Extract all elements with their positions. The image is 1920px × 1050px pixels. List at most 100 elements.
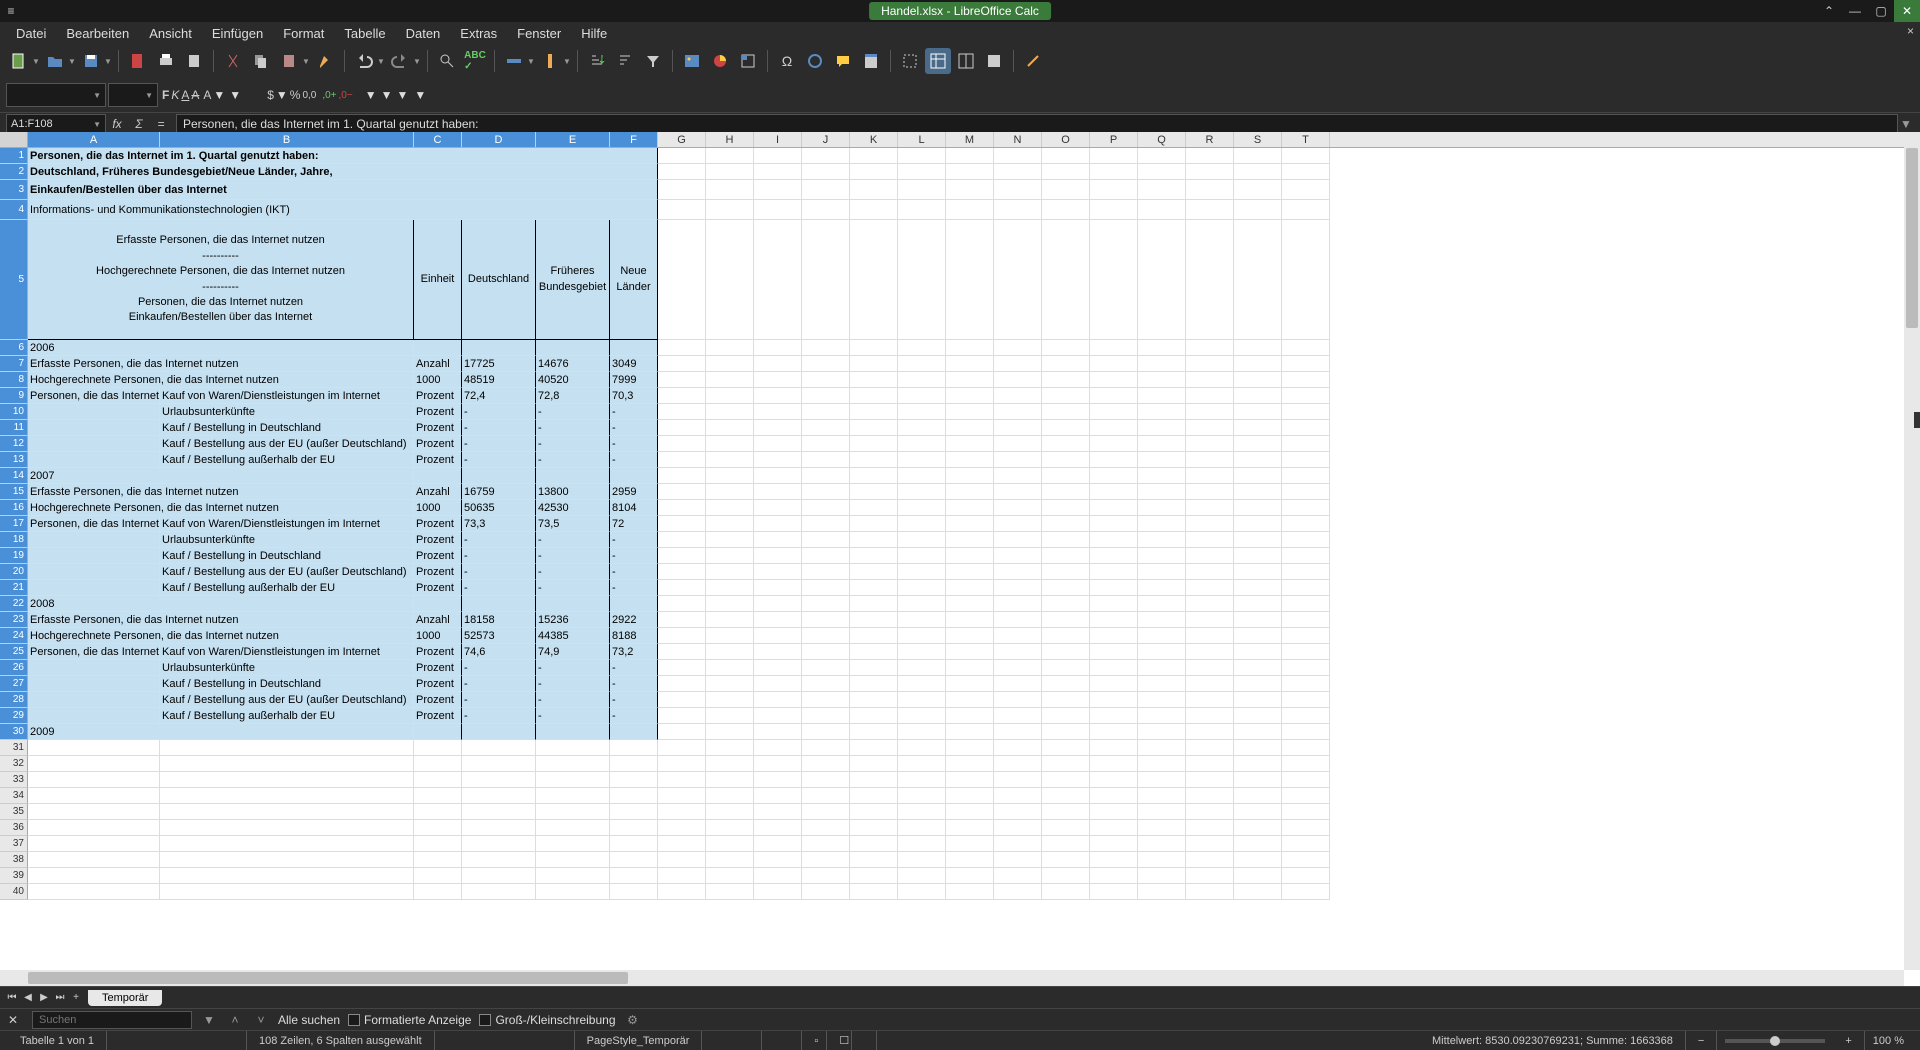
cell[interactable] — [994, 644, 1042, 660]
cell[interactable] — [28, 756, 160, 772]
cell[interactable] — [706, 516, 754, 532]
cell[interactable] — [946, 756, 994, 772]
cell[interactable] — [536, 724, 610, 740]
col-header-F[interactable]: F — [610, 132, 658, 147]
cell[interactable]: 48519 — [462, 372, 536, 388]
cell[interactable] — [658, 756, 706, 772]
cell[interactable] — [850, 612, 898, 628]
cell[interactable] — [1186, 708, 1234, 724]
cell[interactable] — [706, 340, 754, 356]
match-case-checkbox[interactable]: Groß-/Kleinschreibung — [479, 1013, 615, 1027]
cell[interactable]: Neue Länder — [610, 220, 658, 340]
cell[interactable] — [946, 468, 994, 484]
cell[interactable]: Kauf / Bestellung außerhalb der EU — [160, 580, 414, 596]
cell[interactable] — [1042, 180, 1090, 200]
special-char-icon[interactable]: Ω — [774, 48, 800, 74]
cell[interactable] — [898, 372, 946, 388]
cell[interactable] — [658, 564, 706, 580]
cell[interactable]: - — [462, 532, 536, 548]
cell[interactable] — [1282, 724, 1330, 740]
cell[interactable]: Kauf / Bestellung aus der EU (außer Deut… — [160, 436, 414, 452]
cell[interactable] — [1186, 580, 1234, 596]
cell[interactable] — [610, 804, 658, 820]
cell[interactable] — [1282, 500, 1330, 516]
cell[interactable] — [1234, 708, 1282, 724]
print-preview-icon[interactable] — [181, 48, 207, 74]
cell[interactable] — [706, 820, 754, 836]
cell[interactable] — [1090, 548, 1138, 564]
cell[interactable]: Prozent — [414, 404, 462, 420]
cell[interactable]: Prozent — [414, 516, 462, 532]
cell[interactable] — [898, 200, 946, 220]
cell[interactable] — [946, 692, 994, 708]
cell[interactable]: Urlaubsunterkünfte — [160, 532, 414, 548]
cell[interactable] — [1186, 436, 1234, 452]
cell[interactable] — [462, 740, 536, 756]
font-name-combo[interactable]: ▼ — [6, 83, 106, 107]
col-header-N[interactable]: N — [994, 132, 1042, 147]
cell[interactable]: - — [536, 564, 610, 580]
cell[interactable] — [946, 612, 994, 628]
cell[interactable] — [1186, 612, 1234, 628]
cell[interactable] — [414, 868, 462, 884]
cell[interactable]: - — [462, 708, 536, 724]
cell[interactable] — [414, 884, 462, 900]
cell[interactable] — [754, 564, 802, 580]
bold-icon[interactable]: F — [162, 88, 169, 102]
row-header[interactable]: 15 — [0, 484, 28, 500]
cell[interactable]: Einheit — [414, 220, 462, 340]
cell[interactable] — [1090, 708, 1138, 724]
cell[interactable] — [802, 836, 850, 852]
cell[interactable] — [658, 820, 706, 836]
cell[interactable] — [754, 820, 802, 836]
cell[interactable] — [946, 452, 994, 468]
cell[interactable] — [610, 884, 658, 900]
cell[interactable] — [414, 788, 462, 804]
cell[interactable] — [850, 500, 898, 516]
menu-hilfe[interactable]: Hilfe — [571, 24, 617, 43]
cell[interactable] — [850, 164, 898, 180]
cell[interactable] — [1138, 756, 1186, 772]
save-dropdown[interactable]: ▼ — [104, 57, 112, 66]
cell[interactable] — [994, 772, 1042, 788]
cell[interactable] — [28, 564, 160, 580]
cell[interactable] — [1186, 660, 1234, 676]
cell[interactable] — [610, 852, 658, 868]
currency-icon[interactable]: $ — [267, 88, 274, 102]
cell[interactable] — [160, 820, 414, 836]
menu-tabelle[interactable]: Tabelle — [334, 24, 395, 43]
cell[interactable] — [946, 820, 994, 836]
currency-dropdown[interactable]: ▼ — [276, 88, 288, 102]
cell[interactable] — [946, 420, 994, 436]
cell[interactable] — [706, 788, 754, 804]
name-box[interactable]: A1:F108▼ — [6, 114, 106, 134]
cell[interactable]: Prozent — [414, 660, 462, 676]
cell[interactable] — [802, 692, 850, 708]
cell[interactable]: - — [610, 660, 658, 676]
cell[interactable] — [1090, 884, 1138, 900]
sheet-tab[interactable]: Temporär — [88, 990, 162, 1006]
menu-bearbeiten[interactable]: Bearbeiten — [56, 24, 139, 43]
cell[interactable] — [898, 388, 946, 404]
row-header[interactable]: 21 — [0, 580, 28, 596]
cell[interactable] — [754, 836, 802, 852]
cell[interactable] — [850, 772, 898, 788]
cell[interactable] — [1186, 388, 1234, 404]
menu-einfuegen[interactable]: Einfügen — [202, 24, 273, 43]
row-header[interactable]: 5 — [0, 220, 28, 340]
cell[interactable] — [754, 644, 802, 660]
cell[interactable] — [1138, 740, 1186, 756]
cell[interactable] — [850, 404, 898, 420]
cell[interactable] — [994, 220, 1042, 340]
cell[interactable] — [850, 532, 898, 548]
cell[interactable] — [850, 452, 898, 468]
cell[interactable] — [536, 756, 610, 772]
cell[interactable] — [706, 220, 754, 340]
cell[interactable] — [706, 356, 754, 372]
close-window-icon[interactable]: ✕ — [1894, 0, 1920, 22]
cell[interactable]: - — [462, 436, 536, 452]
tab-prev-icon[interactable]: ◀ — [20, 992, 36, 1003]
new-doc-icon[interactable] — [6, 48, 32, 74]
cell[interactable] — [994, 564, 1042, 580]
row-header[interactable]: 10 — [0, 404, 28, 420]
